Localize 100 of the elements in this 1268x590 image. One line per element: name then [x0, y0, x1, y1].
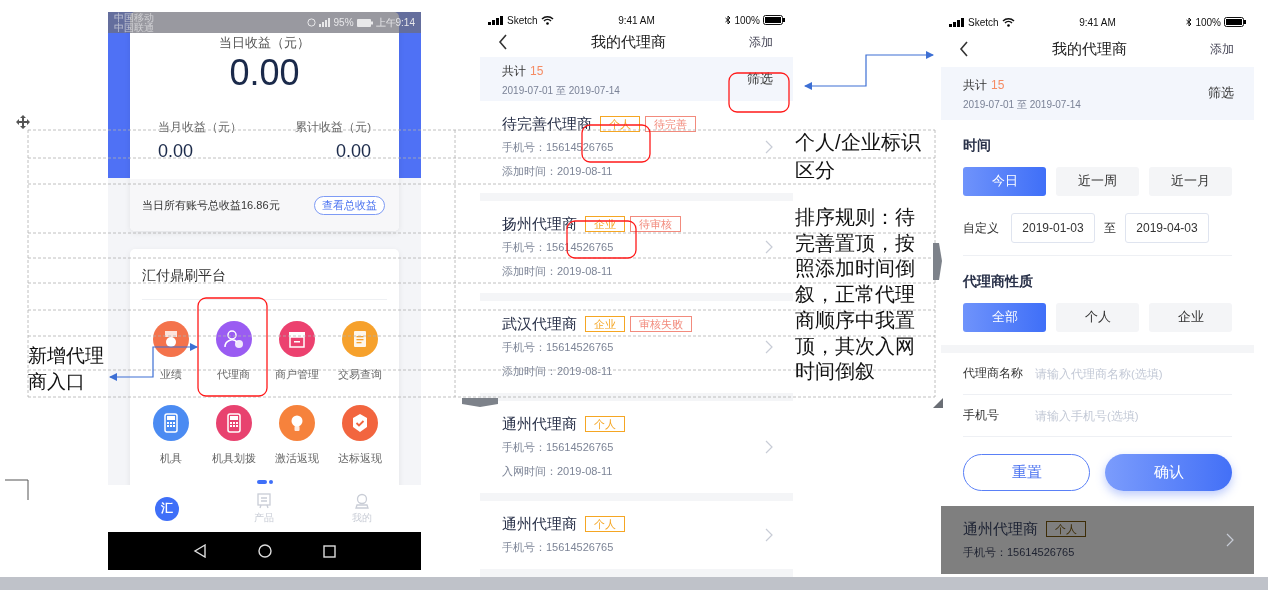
chevron-icon	[765, 240, 773, 254]
status-time: 9:41 AM	[1079, 16, 1116, 28]
app-shortcut[interactable]: 商户管理	[265, 321, 328, 382]
agent-tag: 审核失败	[630, 316, 692, 332]
start-date-field[interactable]: 2019-01-03	[1011, 213, 1095, 243]
total-label: 共计	[963, 78, 987, 92]
filter-button[interactable]: 筛选	[739, 64, 781, 94]
annotation-text: 个人/企业标识区分	[795, 130, 922, 183]
option-button[interactable]: 近一周	[1056, 167, 1139, 196]
added-time: 添加时间：2019-08-11	[502, 264, 613, 279]
range-separator: 至	[1103, 219, 1117, 237]
option-button[interactable]: 企业	[1149, 303, 1232, 332]
option-button[interactable]: 今日	[963, 167, 1046, 196]
filter-button[interactable]: 筛选	[1200, 79, 1242, 108]
app-shortcut[interactable]: 达标返现	[328, 405, 391, 466]
profile-icon	[354, 492, 371, 509]
highlight-frame	[728, 72, 790, 113]
battery-icon	[1224, 17, 1246, 27]
alarm-icon	[306, 18, 316, 27]
battery-percent: 95%	[333, 17, 354, 28]
field-label: 代理商名称	[963, 366, 1024, 381]
page-indicator	[256, 480, 273, 484]
resize-handle-icon[interactable]	[933, 398, 943, 408]
added-time: 添加时间：2019-08-11	[502, 164, 613, 179]
agent-tag: 个人	[585, 516, 625, 532]
back-icon[interactable]	[498, 34, 508, 51]
status-time: 9:41 AM	[618, 14, 655, 26]
earnings-label: 当月收益（元）	[158, 120, 242, 135]
back-icon[interactable]	[959, 41, 969, 57]
agent-name: 通州代理商	[502, 514, 577, 534]
total-count: 15	[991, 78, 1005, 92]
app-shortcut[interactable]: 机具	[139, 405, 202, 466]
earnings-value: 0.00	[158, 140, 194, 162]
recents-icon[interactable]	[322, 544, 336, 558]
view-total-button[interactable]: 查看总收益	[314, 195, 385, 215]
reset-button[interactable]: 重置	[963, 454, 1090, 491]
carrier-name: Sketch	[507, 14, 538, 26]
confirm-button[interactable]: 确认	[1105, 454, 1232, 491]
signal-icon	[949, 17, 965, 27]
expand-tab-icon[interactable]	[933, 243, 942, 280]
agent-tag: 待完善	[645, 116, 696, 132]
signal-icon	[318, 18, 331, 27]
app-shortcut[interactable]: 代理商	[202, 321, 265, 382]
agent-tag: 企业	[585, 316, 625, 332]
option-button[interactable]: 全部	[963, 303, 1046, 332]
battery-percent: 100%	[734, 14, 760, 26]
earnings-label: 当日收益（元）	[218, 35, 311, 52]
agent-tag: 个人	[1046, 521, 1086, 537]
end-date-field[interactable]: 2019-04-03	[1125, 213, 1209, 243]
earnings-value: 0.00	[228, 53, 301, 93]
battery-percent: 100%	[1195, 16, 1221, 28]
bracket-mark	[4, 479, 29, 501]
tab-item[interactable]: 汇	[136, 495, 197, 522]
total-earnings-text: 当日所有账号总收益16.86元	[142, 197, 280, 213]
move-handle-icon[interactable]	[16, 115, 30, 129]
agent-tag: 待审核	[630, 216, 681, 232]
agent-name: 武汉代理商	[502, 314, 577, 334]
section-title: 代理商性质	[963, 272, 1034, 291]
date-range: 2019-07-01 至 2019-07-14	[502, 83, 621, 98]
platform-title: 汇付鼎刷平台	[142, 249, 387, 300]
phone-number: 手机号：15614526765	[502, 340, 614, 355]
page-title: 我的代理商	[1051, 39, 1128, 59]
option-button[interactable]: 近一月	[1149, 167, 1232, 196]
section-title: 时间	[963, 136, 992, 155]
option-button[interactable]: 个人	[1056, 303, 1139, 332]
agent-name: 待完善代理商	[502, 114, 592, 134]
wifi-icon	[540, 15, 554, 26]
total-label: 共计	[502, 63, 526, 78]
battery-icon	[356, 18, 373, 27]
field-label: 手机号	[963, 408, 1000, 423]
annotation-text: 新增代理商入口	[28, 344, 105, 394]
add-link[interactable]: 添加	[749, 33, 773, 51]
earnings-label: 累计收益（元)	[295, 120, 371, 135]
home-icon[interactable]	[258, 544, 272, 558]
date-range: 2019-07-01 至 2019-07-14	[963, 98, 1082, 112]
signal-icon	[488, 15, 504, 25]
custom-label: 自定义	[963, 219, 1000, 237]
added-time: 入网时间：2019-08-11	[502, 464, 613, 479]
total-count: 15	[530, 63, 544, 78]
expand-tab-icon[interactable]	[462, 398, 498, 407]
add-link[interactable]: 添加	[1210, 40, 1234, 58]
agent-tag: 个人	[585, 416, 625, 432]
phone-number: 手机号：15614526765	[502, 540, 614, 555]
chevron-icon	[1226, 533, 1234, 547]
added-time: 添加时间：2019-08-11	[502, 364, 613, 379]
app-shortcut[interactable]: 业绩	[139, 321, 202, 382]
wifi-icon	[1001, 17, 1015, 27]
bluetooth-icon	[725, 15, 732, 26]
agent-name: 通州代理商	[963, 519, 1038, 539]
agent-name: 通州代理商	[502, 414, 577, 434]
app-shortcut[interactable]: 激活返现	[265, 405, 328, 466]
document-icon	[256, 492, 273, 509]
annotation-text: 排序规则：待完善置顶，按照添加时间倒叙，正常代理商顺序中我置顶，其次入网时间倒叙	[795, 205, 916, 385]
battery-icon	[763, 15, 785, 26]
chevron-icon	[765, 528, 773, 542]
app-shortcut[interactable]: 机具划拨	[202, 405, 265, 466]
page-title: 我的代理商	[590, 32, 667, 52]
phone-number: 手机号：15614526765	[502, 440, 614, 455]
carrier-name: Sketch	[968, 16, 999, 28]
app-shortcut[interactable]: 交易查询	[328, 321, 391, 382]
